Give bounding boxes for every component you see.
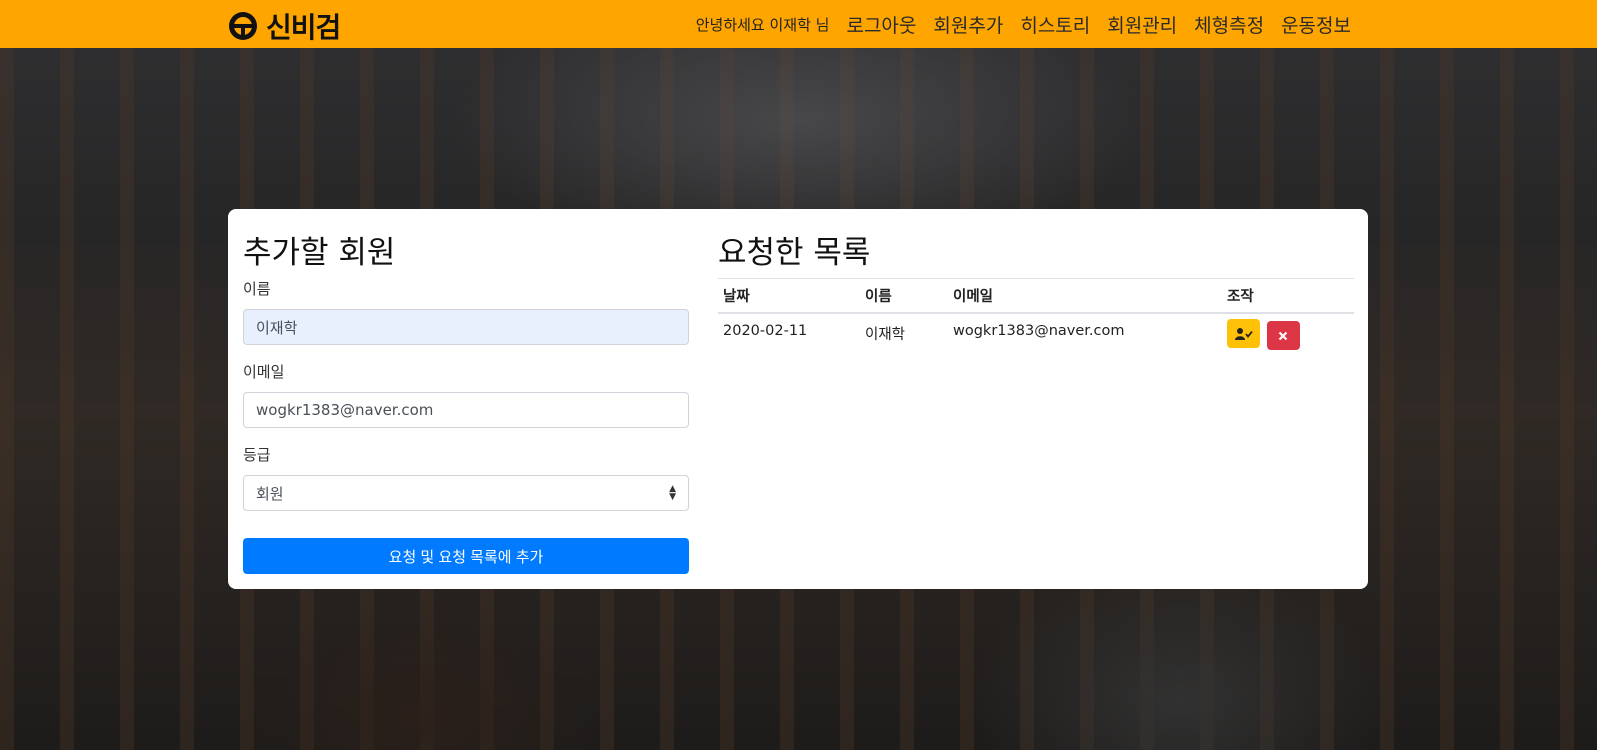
request-list: 요청한 목록 날짜 이름 이메일 조작 2020-02-11 이재학 wogkr… xyxy=(718,227,1354,358)
submit-request-button[interactable]: 요청 및 요청 목록에 추가 xyxy=(243,538,689,574)
nav-add-member[interactable]: 회원추가 xyxy=(933,11,1003,38)
nav-logout[interactable]: 로그아웃 xyxy=(846,11,916,38)
approve-button[interactable] xyxy=(1227,319,1260,348)
user-check-icon xyxy=(1234,327,1253,340)
col-email: 이메일 xyxy=(948,278,1222,314)
table-header-row: 날짜 이름 이메일 조작 xyxy=(718,278,1354,314)
add-member-form: 추가할 회원 이름 이재학 이메일 wogkr1383@naver.com 등급… xyxy=(243,227,689,527)
request-table: 날짜 이름 이메일 조작 2020-02-11 이재학 wogkr1383@na… xyxy=(718,278,1354,358)
nav-exercise-info[interactable]: 운동정보 xyxy=(1281,11,1351,38)
email-value: wogkr1383@naver.com xyxy=(256,401,434,419)
form-title: 추가할 회원 xyxy=(243,235,396,271)
col-date: 날짜 xyxy=(718,278,860,314)
email-input[interactable]: wogkr1383@naver.com xyxy=(243,392,689,428)
name-value: 이재학 xyxy=(256,318,298,337)
request-list-title: 요청한 목록 xyxy=(718,235,871,271)
logo-icon xyxy=(229,12,257,40)
select-arrows-icon: ▲ ▼ xyxy=(669,484,676,502)
brand[interactable]: 신비검 xyxy=(228,6,341,46)
table-row: 2020-02-11 이재학 wogkr1383@naver.com xyxy=(718,313,1354,358)
greeting-text: 안녕하세요 이재학 님 xyxy=(695,15,830,34)
row-date: 2020-02-11 xyxy=(723,323,808,339)
col-actions: 조작 xyxy=(1222,278,1354,314)
email-label: 이메일 xyxy=(243,363,285,381)
row-actions xyxy=(1222,313,1354,358)
nav-member-management[interactable]: 회원관리 xyxy=(1107,11,1177,38)
nav-history[interactable]: 히스토리 xyxy=(1020,11,1090,38)
grade-label: 등급 xyxy=(243,446,271,464)
main-card: 추가할 회원 이름 이재학 이메일 wogkr1383@naver.com 등급… xyxy=(228,209,1368,589)
name-input[interactable]: 이재학 xyxy=(243,309,689,345)
nav-menu: 안녕하세요 이재학 님 로그아웃 회원추가 히스토리 회원관리 체형측정 운동정… xyxy=(696,0,1351,48)
brand-name: 신비검 xyxy=(266,11,341,44)
col-name: 이름 xyxy=(860,278,948,314)
grade-value: 회원 xyxy=(256,484,284,503)
grade-select[interactable]: 회원 ▲ ▼ xyxy=(243,475,689,511)
top-navbar: 신비검 안녕하세요 이재학 님 로그아웃 회원추가 히스토리 회원관리 체형측정… xyxy=(0,0,1597,48)
nav-body-measure[interactable]: 체형측정 xyxy=(1194,11,1264,38)
row-email: wogkr1383@naver.com xyxy=(953,323,1125,339)
name-label: 이름 xyxy=(243,280,271,298)
row-name: 이재학 xyxy=(865,327,906,343)
delete-button[interactable] xyxy=(1266,321,1300,350)
close-icon xyxy=(1278,331,1288,340)
